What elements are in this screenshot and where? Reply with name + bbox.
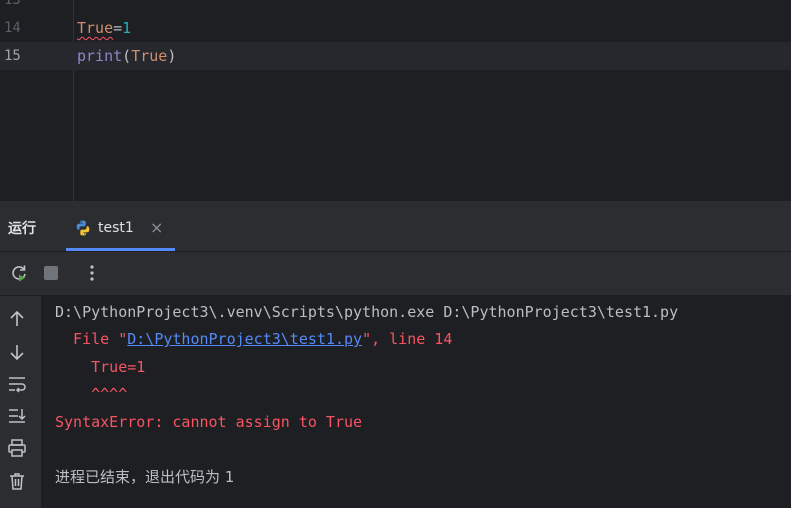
console-output[interactable]: D:\PythonProject3\.venv\Scripts\python.e… bbox=[42, 296, 791, 508]
close-icon[interactable]: × bbox=[150, 218, 163, 237]
more-options-icon[interactable] bbox=[81, 262, 103, 284]
keyword-true: True bbox=[131, 47, 168, 65]
paren-close: ) bbox=[167, 47, 177, 65]
soft-wrap-icon[interactable] bbox=[6, 373, 28, 395]
operator-assign: = bbox=[113, 19, 123, 37]
trash-icon[interactable] bbox=[6, 470, 28, 492]
code-text[interactable]: print(True) bbox=[77, 42, 176, 70]
code-text[interactable]: True=1 bbox=[77, 14, 131, 42]
editor-line[interactable]: 13 bbox=[0, 0, 791, 14]
editor-line-current[interactable]: 15 print(True) bbox=[0, 42, 791, 70]
stop-icon[interactable] bbox=[40, 262, 62, 284]
console-exit-message: 进程已结束，退出代码为 1 bbox=[55, 468, 235, 486]
file-link[interactable]: D:\PythonProject3\test1.py bbox=[127, 330, 362, 348]
tab-test1[interactable]: test1 × bbox=[66, 210, 175, 251]
run-panel-title: 运行 bbox=[8, 221, 36, 237]
file-prefix: File " bbox=[55, 330, 128, 348]
python-icon bbox=[76, 220, 90, 236]
active-tab-indicator bbox=[66, 248, 175, 251]
line-number: 13 bbox=[4, 0, 21, 8]
arrow-down-icon[interactable] bbox=[6, 341, 28, 363]
console-error-line: SyntaxError: cannot assign to True bbox=[55, 413, 363, 431]
editor-line[interactable]: 14 True=1 bbox=[0, 14, 791, 42]
console-command-line: D:\PythonProject3\.venv\Scripts\python.e… bbox=[55, 303, 679, 321]
paren-open: ( bbox=[122, 47, 132, 65]
print-icon[interactable] bbox=[6, 437, 28, 459]
tab-label: test1 bbox=[98, 220, 134, 236]
console-caret-line: ^^^^ bbox=[55, 385, 128, 403]
keyword-true: True bbox=[77, 19, 114, 37]
arrow-up-icon[interactable] bbox=[6, 308, 28, 330]
console-side-toolbar bbox=[0, 296, 42, 508]
scroll-to-end-icon[interactable] bbox=[6, 405, 28, 427]
number-literal: 1 bbox=[122, 19, 132, 37]
builtin-print: print bbox=[77, 47, 123, 65]
file-suffix: ", line 14 bbox=[362, 330, 453, 348]
line-number: 15 bbox=[4, 48, 21, 64]
code-editor[interactable]: 13 14 True=1 15 print(True) bbox=[0, 0, 791, 201]
run-panel-header: 运行 test1 × bbox=[0, 201, 791, 252]
console-code-line: True=1 bbox=[55, 358, 146, 376]
console-file-line: File "D:\PythonProject3\test1.py", line … bbox=[55, 329, 452, 349]
line-number: 14 bbox=[4, 20, 21, 36]
rerun-icon[interactable] bbox=[8, 262, 30, 284]
run-actions-bar bbox=[0, 252, 791, 296]
